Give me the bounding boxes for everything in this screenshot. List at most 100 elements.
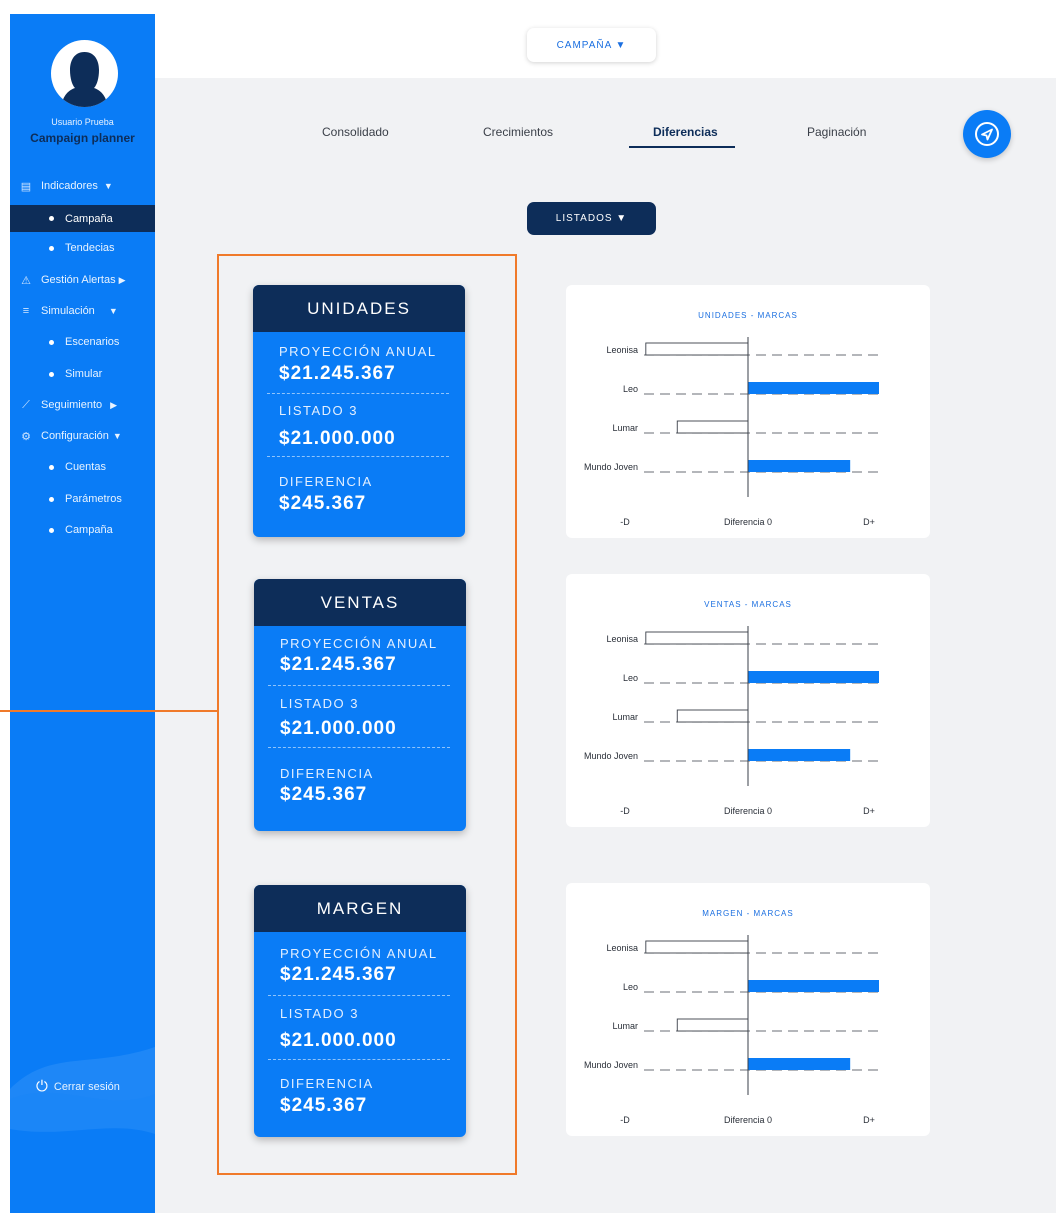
metric-card-margen[interactable]: MARGEN PROYECCIÓN ANUAL $21.245.367 LIST…	[254, 885, 466, 1137]
chart-title: MARGEN - MARCAS	[702, 909, 793, 918]
sidebar-item-label: Campaña	[65, 524, 113, 536]
category-label: Leo	[623, 982, 638, 992]
metric-card-unidades[interactable]: UNIDADES PROYECCIÓN ANUAL $21.245.367 LI…	[253, 285, 465, 537]
chart-title: VENTAS - MARCAS	[704, 600, 792, 609]
sidebar-item-label: Indicadores	[41, 180, 98, 192]
category-label: Mundo Joven	[584, 462, 638, 472]
sidebar-item-cuentas[interactable]: Cuentas	[10, 455, 155, 479]
gear-icon: ⚙	[21, 430, 31, 443]
bar	[676, 709, 749, 723]
tick-label: D+	[863, 1115, 875, 1125]
listados-select[interactable]: LISTADOS ▼	[527, 202, 656, 235]
divider	[268, 747, 450, 748]
sidebar-item-label: Cuentas	[65, 461, 106, 473]
tick-label: -D	[620, 517, 630, 527]
sidebar-item-indicadores[interactable]: ▤ Indicadores ▼	[10, 174, 155, 198]
chart-panel-margen: MARGEN - MARCAS Leonisa Leo Lumar Mundo Jove…	[566, 883, 930, 1136]
bar	[645, 342, 749, 356]
bar	[748, 460, 851, 472]
bullet-icon	[49, 339, 54, 345]
tab-diferencias[interactable]: Diferencias	[653, 125, 718, 139]
sidebar-item-simular[interactable]: Simular	[10, 362, 155, 386]
chevron-down-icon: ▼	[103, 181, 113, 191]
tab-consolidado[interactable]: Consolidado	[322, 125, 389, 139]
sidebar-item-gestion-alertas[interactable]: ⚠ Gestión Alertas ▶	[10, 268, 155, 292]
sidebar-item-configuracion[interactable]: ⚙ Configuración ▼	[10, 424, 155, 448]
tick-label: D+	[863, 517, 875, 527]
sidebar-item-seguimiento[interactable]: ⟋ Seguimiento ▶	[10, 393, 155, 417]
diverging-bar-chart: MARGEN - MARCAS Leonisa Leo Lumar Mundo Jove…	[584, 909, 880, 1125]
tab-paginacion[interactable]: Paginación	[807, 125, 866, 139]
diverging-bar-chart: UNIDADES - MARCAS Leonisa Leo Lumar Mundo Jo…	[584, 311, 880, 527]
chart-panel-unidades: UNIDADES - MARCAS Leonisa Leo Lumar Mundo Jo…	[566, 285, 930, 538]
sidebar-item-label: Parámetros	[65, 493, 122, 505]
tick-label: Diferencia 0	[724, 1115, 772, 1125]
listado-value: $21.000.000	[280, 718, 397, 739]
bullet-icon	[49, 216, 54, 221]
category-label: Mundo Joven	[584, 751, 638, 761]
category-label: Mundo Joven	[584, 1060, 638, 1070]
category-label: Leonisa	[606, 345, 638, 355]
campaign-select[interactable]: CAMPAÑA ▼	[527, 28, 656, 62]
card-title: UNIDADES	[253, 285, 465, 332]
sidebar-item-parametros[interactable]: Parámetros	[10, 487, 155, 511]
difference-value: $245.367	[279, 493, 367, 514]
tab-crecimientos[interactable]: Crecimientos	[483, 125, 553, 139]
divider	[267, 456, 449, 457]
difference-value: $245.367	[280, 1095, 368, 1116]
sidebar-item-escenarios[interactable]: Escenarios	[10, 330, 155, 354]
sidebar-item-label: Configuración	[41, 430, 109, 442]
tick-label: -D	[620, 806, 630, 816]
active-tab-indicator	[629, 146, 735, 148]
user-name: Usuario Prueba	[51, 117, 114, 127]
navigate-button[interactable]	[963, 110, 1011, 158]
bullet-icon	[49, 245, 54, 251]
chart-panel-ventas: VENTAS - MARCAS Leonisa Leo Lumar Mundo Jove…	[566, 574, 930, 827]
listado-label: LISTADO 3	[279, 403, 359, 418]
sidebar-item-tendecias[interactable]: Tendecias	[10, 236, 155, 260]
projection-label: PROYECCIÓN ANUAL	[279, 344, 437, 359]
diverging-bar-chart: VENTAS - MARCAS Leonisa Leo Lumar Mundo Jove…	[584, 600, 880, 816]
sidebar-item-campana-config[interactable]: Campaña	[10, 518, 155, 542]
card-title: VENTAS	[254, 579, 466, 626]
listado-value: $21.000.000	[279, 428, 396, 449]
user-role: Campaign planner	[30, 131, 135, 145]
listado-label: LISTADO 3	[280, 696, 360, 711]
tick-label: D+	[863, 806, 875, 816]
bullet-icon	[49, 371, 54, 377]
tick-label: Diferencia 0	[724, 806, 772, 816]
difference-label: DIFERENCIA	[280, 1076, 374, 1091]
alert-icon: ⚠	[21, 274, 31, 287]
tick-label: -D	[620, 1115, 630, 1125]
bullet-icon	[49, 464, 54, 470]
sidebar-waves	[10, 1047, 155, 1213]
sidebar-item-label: Simular	[65, 368, 103, 380]
tick-label: Diferencia 0	[724, 517, 772, 527]
bar	[748, 749, 851, 761]
sidebar-item-label: Tendecias	[65, 242, 115, 254]
power-icon: ⏻	[36, 1078, 48, 1095]
bar	[748, 671, 879, 683]
sidebar: Usuario Prueba Campaign planner ▤ Indica…	[10, 14, 155, 1213]
card-title: MARGEN	[254, 885, 466, 932]
metric-card-ventas[interactable]: VENTAS PROYECCIÓN ANUAL $21.245.367 LIST…	[254, 579, 466, 831]
sidebar-item-campana[interactable]: Campaña	[10, 205, 155, 232]
logout-button[interactable]: ⏻ Cerrar sesión	[36, 1078, 120, 1095]
category-label: Leonisa	[606, 943, 638, 953]
avatar[interactable]	[51, 40, 118, 107]
sidebar-item-simulacion[interactable]: ≡ Simulación ▼	[10, 299, 155, 323]
bar	[645, 940, 749, 954]
divider	[268, 1059, 450, 1060]
trend-icon: ⟋	[22, 398, 30, 411]
chevron-down-icon: ▼	[112, 431, 122, 441]
projection-value: $21.245.367	[279, 363, 396, 384]
bar	[748, 1058, 851, 1070]
projection-value: $21.245.367	[280, 654, 397, 675]
bar	[676, 1018, 749, 1032]
chevron-down-icon: ▼	[108, 306, 118, 316]
bullet-icon	[49, 527, 54, 533]
difference-label: DIFERENCIA	[279, 474, 373, 489]
sidebar-item-label: Seguimiento	[41, 399, 103, 411]
logout-label: Cerrar sesión	[53, 1080, 120, 1093]
sidebar-item-label: Campaña	[65, 212, 113, 225]
